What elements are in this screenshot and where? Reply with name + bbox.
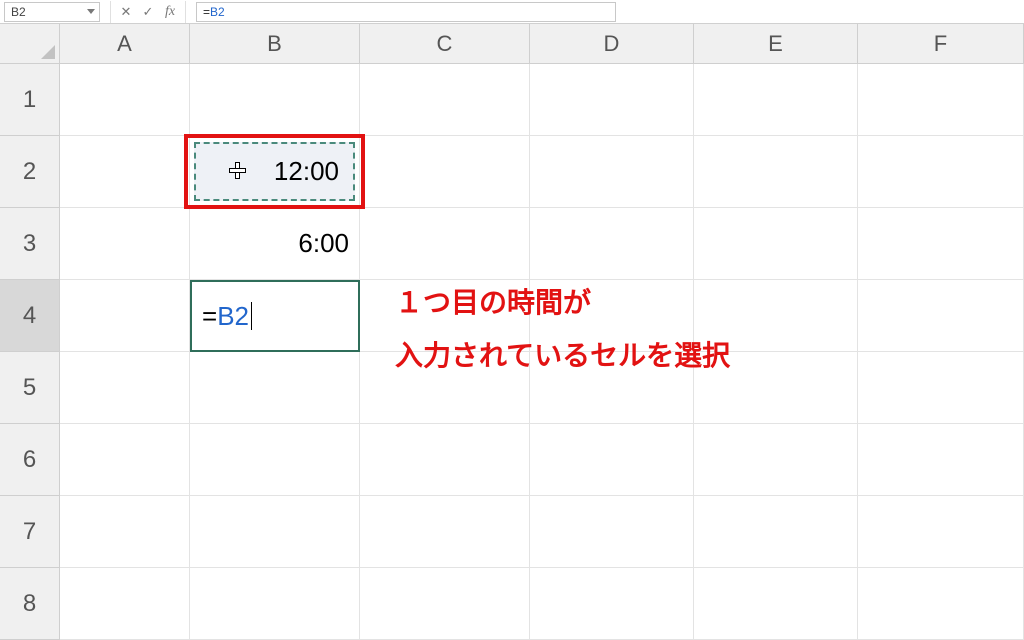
row-header-4[interactable]: 4 bbox=[0, 280, 60, 352]
insert-function-button[interactable]: fx bbox=[159, 2, 181, 22]
cell-f7[interactable] bbox=[858, 496, 1024, 568]
row-header-1[interactable]: 1 bbox=[0, 64, 60, 136]
row-header-3[interactable]: 3 bbox=[0, 208, 60, 280]
cell-d7[interactable] bbox=[530, 496, 694, 568]
formula-bar: B2 ✕ ✓ fx =B2 bbox=[0, 0, 1024, 24]
cell-b3[interactable]: 6:00 bbox=[190, 208, 360, 280]
cancel-button[interactable]: ✕ bbox=[115, 2, 137, 22]
enter-button[interactable]: ✓ bbox=[137, 2, 159, 22]
cell-c1[interactable] bbox=[360, 64, 530, 136]
formula-reference: B2 bbox=[210, 5, 225, 19]
check-icon: ✓ bbox=[143, 4, 154, 20]
worksheet: A B C D E F 1 2 3 4 5 6 7 8 bbox=[0, 24, 1024, 640]
cell-a6[interactable] bbox=[60, 424, 190, 496]
cell-e1[interactable] bbox=[694, 64, 858, 136]
separator bbox=[110, 1, 111, 23]
col-header-e[interactable]: E bbox=[694, 24, 858, 64]
text-caret bbox=[251, 302, 252, 330]
cell-e3[interactable] bbox=[694, 208, 858, 280]
cell-b1[interactable] bbox=[190, 64, 360, 136]
col-header-f[interactable]: F bbox=[858, 24, 1024, 64]
cell-a2[interactable] bbox=[60, 136, 190, 208]
cell-b7[interactable] bbox=[190, 496, 360, 568]
cell-f5[interactable] bbox=[858, 352, 1024, 424]
cell-d3[interactable] bbox=[530, 208, 694, 280]
cell-a1[interactable] bbox=[60, 64, 190, 136]
x-icon: ✕ bbox=[121, 4, 132, 20]
cell-c2[interactable] bbox=[360, 136, 530, 208]
cell-f8[interactable] bbox=[858, 568, 1024, 640]
cell-e8[interactable] bbox=[694, 568, 858, 640]
cell-b4-reference: B2 bbox=[217, 301, 249, 332]
row-headers: 1 2 3 4 5 6 7 8 bbox=[0, 64, 60, 640]
cell-cursor-icon bbox=[229, 162, 245, 178]
cell-c3[interactable] bbox=[360, 208, 530, 280]
row-header-6[interactable]: 6 bbox=[0, 424, 60, 496]
column-headers: A B C D E F bbox=[60, 24, 1024, 64]
col-header-a[interactable]: A bbox=[60, 24, 190, 64]
col-header-d[interactable]: D bbox=[530, 24, 694, 64]
cell-a4[interactable] bbox=[60, 280, 190, 352]
cell-b3-value: 6:00 bbox=[298, 228, 349, 259]
cell-b5[interactable] bbox=[190, 352, 360, 424]
cell-e2[interactable] bbox=[694, 136, 858, 208]
cell-e6[interactable] bbox=[694, 424, 858, 496]
cell-b6[interactable] bbox=[190, 424, 360, 496]
cell-e7[interactable] bbox=[694, 496, 858, 568]
separator bbox=[185, 1, 186, 23]
cell-b4-prefix: = bbox=[202, 301, 217, 332]
cell-f2[interactable] bbox=[858, 136, 1024, 208]
cell-f4[interactable] bbox=[858, 280, 1024, 352]
cell-d8[interactable] bbox=[530, 568, 694, 640]
cell-f3[interactable] bbox=[858, 208, 1024, 280]
cell-f1[interactable] bbox=[858, 64, 1024, 136]
fx-icon: fx bbox=[165, 4, 175, 20]
row-header-7[interactable]: 7 bbox=[0, 496, 60, 568]
annotation-line-1: １つ目の時間が bbox=[395, 276, 730, 329]
row-header-5[interactable]: 5 bbox=[0, 352, 60, 424]
cell-a5[interactable] bbox=[60, 352, 190, 424]
cell-c6[interactable] bbox=[360, 424, 530, 496]
col-header-b[interactable]: B bbox=[190, 24, 360, 64]
col-header-c[interactable]: C bbox=[360, 24, 530, 64]
cell-c7[interactable] bbox=[360, 496, 530, 568]
cell-b2-value: 12:00 bbox=[274, 156, 339, 187]
row-header-2[interactable]: 2 bbox=[0, 136, 60, 208]
cell-d1[interactable] bbox=[530, 64, 694, 136]
formula-prefix: = bbox=[203, 5, 210, 19]
cell-b8[interactable] bbox=[190, 568, 360, 640]
cell-b2-marquee: 12:00 bbox=[194, 142, 355, 201]
select-all-corner[interactable] bbox=[0, 24, 60, 64]
cell-a3[interactable] bbox=[60, 208, 190, 280]
cell-b2[interactable]: 12:00 bbox=[190, 136, 360, 208]
cell-f6[interactable] bbox=[858, 424, 1024, 496]
cell-a8[interactable] bbox=[60, 568, 190, 640]
formula-input[interactable]: =B2 bbox=[196, 2, 616, 22]
chevron-down-icon[interactable] bbox=[87, 9, 95, 14]
cell-d2[interactable] bbox=[530, 136, 694, 208]
cell-a7[interactable] bbox=[60, 496, 190, 568]
cell-c8[interactable] bbox=[360, 568, 530, 640]
annotation-line-2: 入力されているセルを選択 bbox=[395, 329, 730, 382]
name-box-value: B2 bbox=[11, 5, 26, 19]
name-box[interactable]: B2 bbox=[4, 2, 100, 22]
cell-d6[interactable] bbox=[530, 424, 694, 496]
annotation-text: １つ目の時間が 入力されているセルを選択 bbox=[395, 276, 730, 382]
cell-b4[interactable]: =B2 bbox=[190, 280, 360, 352]
row-header-8[interactable]: 8 bbox=[0, 568, 60, 640]
